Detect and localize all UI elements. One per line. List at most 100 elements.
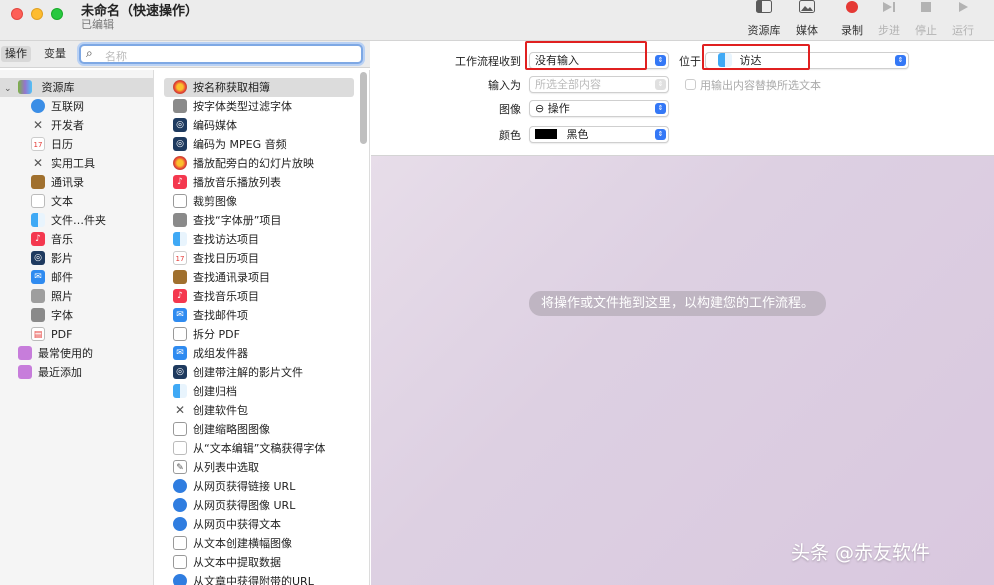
actions-scrollbar[interactable] <box>360 72 367 144</box>
library-toolbar-button[interactable]: 资源库 <box>745 0 783 41</box>
preview-icon <box>173 327 187 341</box>
chevron-down-icon: ⌄ <box>4 84 12 94</box>
library-item-movies[interactable]: ◎ 影片 <box>0 249 154 268</box>
preview-icon <box>173 555 187 569</box>
action-label: 查找日历项目 <box>193 252 259 265</box>
watermark: 头条 @赤友软件 <box>791 542 931 564</box>
action-item[interactable]: 从文本中提取数据 <box>164 553 354 572</box>
library-item-label: 日历 <box>51 138 73 151</box>
music-icon: ♪ <box>31 232 45 246</box>
updown-arrows-icon: ⇕ <box>655 103 666 114</box>
action-item[interactable]: 从网页中获得文本 <box>164 515 354 534</box>
smart-folder-icon <box>18 346 32 360</box>
action-item[interactable]: 创建归档 <box>164 382 354 401</box>
action-item[interactable]: 按字体类型过滤字体 <box>164 97 354 116</box>
search-placeholder: 名称 <box>105 50 127 63</box>
action-item[interactable]: 17 查找日历项目 <box>164 249 354 268</box>
action-item[interactable]: ◎ 编码媒体 <box>164 116 354 135</box>
library-item-music[interactable]: ♪ 音乐 <box>0 230 154 249</box>
input-popup[interactable]: 所选全部内容 ⇕ <box>529 76 669 93</box>
safari-icon <box>173 498 187 512</box>
action-item[interactable]: 从“文本编辑”文稿获得字体 <box>164 439 354 458</box>
action-label: 从列表中选取 <box>193 461 259 474</box>
library-item-mail[interactable]: ✉ 邮件 <box>0 268 154 287</box>
library-item-pdf[interactable]: ▤ PDF <box>0 325 154 344</box>
action-item[interactable]: ✕ 创建软件包 <box>164 401 354 420</box>
action-item[interactable]: 按名称获取相簿 <box>164 78 354 97</box>
safari-icon <box>173 517 187 531</box>
stop-toolbar-button[interactable]: 停止 <box>908 0 944 41</box>
action-item[interactable]: ✎ 从列表中选取 <box>164 458 354 477</box>
left-tab-bar: 操作 变量 ⌕ 名称 <box>0 41 370 68</box>
library-item-photos[interactable]: 照片 <box>0 287 154 306</box>
script-icon: ✎ <box>173 460 187 474</box>
media-toolbar-label: 媒体 <box>796 24 818 37</box>
action-label: 创建归档 <box>193 385 237 398</box>
action-label: 拆分 PDF <box>193 328 240 341</box>
workflow-drop-area[interactable]: 将操作或文件拖到这里，以构建您的工作流程。 头条 @赤友软件 <box>371 156 994 585</box>
library-most-used[interactable]: 最常使用的 <box>0 344 154 363</box>
action-item[interactable]: ✉ 查找邮件项 <box>164 306 354 325</box>
run-toolbar-label: 运行 <box>952 24 974 37</box>
library-item-label: 文本 <box>51 195 73 208</box>
action-label: 查找音乐项目 <box>193 290 259 303</box>
library-item-internet[interactable]: 互联网 <box>0 97 154 116</box>
tools-icon: ✕ <box>174 403 186 417</box>
action-item[interactable]: ◎ 创建带注解的影片文件 <box>164 363 354 382</box>
action-label: 从文本中提取数据 <box>193 556 281 569</box>
action-item[interactable]: 查找通讯录项目 <box>164 268 354 287</box>
library-item-utilities[interactable]: ✕ 实用工具 <box>0 154 154 173</box>
color-swatch <box>535 129 557 139</box>
action-item[interactable]: 从网页获得图像 URL <box>164 496 354 515</box>
finder-icon <box>173 384 187 398</box>
action-item[interactable]: 从文本创建横幅图像 <box>164 534 354 553</box>
finder-icon <box>31 213 45 227</box>
action-item[interactable]: 播放配旁白的幻灯片放映 <box>164 154 354 173</box>
action-item[interactable]: ◎ 编码为 MPEG 音频 <box>164 135 354 154</box>
action-item[interactable]: 拆分 PDF <box>164 325 354 344</box>
action-item[interactable]: 从网页获得链接 URL <box>164 477 354 496</box>
action-item[interactable]: ♪ 查找音乐项目 <box>164 287 354 306</box>
library-item-fonts[interactable]: 字体 <box>0 306 154 325</box>
finder-icon <box>173 232 187 246</box>
run-toolbar-button[interactable]: 运行 <box>945 0 981 41</box>
media-toolbar-button[interactable]: 媒体 <box>789 0 825 41</box>
library-root[interactable]: ⌄ 资源库 <box>0 78 154 97</box>
action-item[interactable]: 裁剪图像 <box>164 192 354 211</box>
replace-checkbox[interactable] <box>685 79 696 90</box>
action-item[interactable]: 查找访达项目 <box>164 230 354 249</box>
close-window-button[interactable] <box>11 8 23 20</box>
highlight-box-receives <box>525 41 647 70</box>
action-label: 创建带注解的影片文件 <box>193 366 303 379</box>
library-item-label: PDF <box>51 328 73 341</box>
library-item-contacts[interactable]: 通讯录 <box>0 173 154 192</box>
action-item[interactable]: ✉ 成组发件器 <box>164 344 354 363</box>
action-label: 查找邮件项 <box>193 309 248 322</box>
library-recently-added[interactable]: 最近添加 <box>0 363 154 382</box>
safari-icon <box>173 574 187 585</box>
contacts-icon <box>173 270 187 284</box>
action-item[interactable]: 查找“字体册”项目 <box>164 211 354 230</box>
tools-icon: ✕ <box>32 156 44 170</box>
search-icon: ⌕ <box>86 46 93 60</box>
tab-actions[interactable]: 操作 <box>1 46 31 62</box>
library-item-files-folders[interactable]: 文件…件夹 <box>0 211 154 230</box>
step-toolbar-button[interactable]: 步进 <box>871 0 907 41</box>
action-label: 播放音乐播放列表 <box>193 176 281 189</box>
search-input[interactable]: ⌕ 名称 <box>79 44 363 64</box>
action-item[interactable]: 创建缩略图图像 <box>164 420 354 439</box>
action-item[interactable]: 从文章中获得附带的URL <box>164 572 354 585</box>
zoom-window-button[interactable] <box>51 8 63 20</box>
minimize-window-button[interactable] <box>31 8 43 20</box>
updown-arrows-icon: ⇕ <box>655 129 666 140</box>
library-item-developer[interactable]: ✕ 开发者 <box>0 116 154 135</box>
library-item-label: 照片 <box>51 290 73 303</box>
record-toolbar-label: 录制 <box>841 24 863 37</box>
action-item[interactable]: ♪ 播放音乐播放列表 <box>164 173 354 192</box>
record-toolbar-button[interactable]: 录制 <box>834 0 870 41</box>
library-item-text[interactable]: 文本 <box>0 192 154 211</box>
library-item-calendar[interactable]: 17 日历 <box>0 135 154 154</box>
color-popup[interactable]: 黑色 ⇕ <box>529 126 669 143</box>
image-popup[interactable]: ⊖ 操作 ⇕ <box>529 100 669 117</box>
tab-variables[interactable]: 变量 <box>40 46 70 62</box>
